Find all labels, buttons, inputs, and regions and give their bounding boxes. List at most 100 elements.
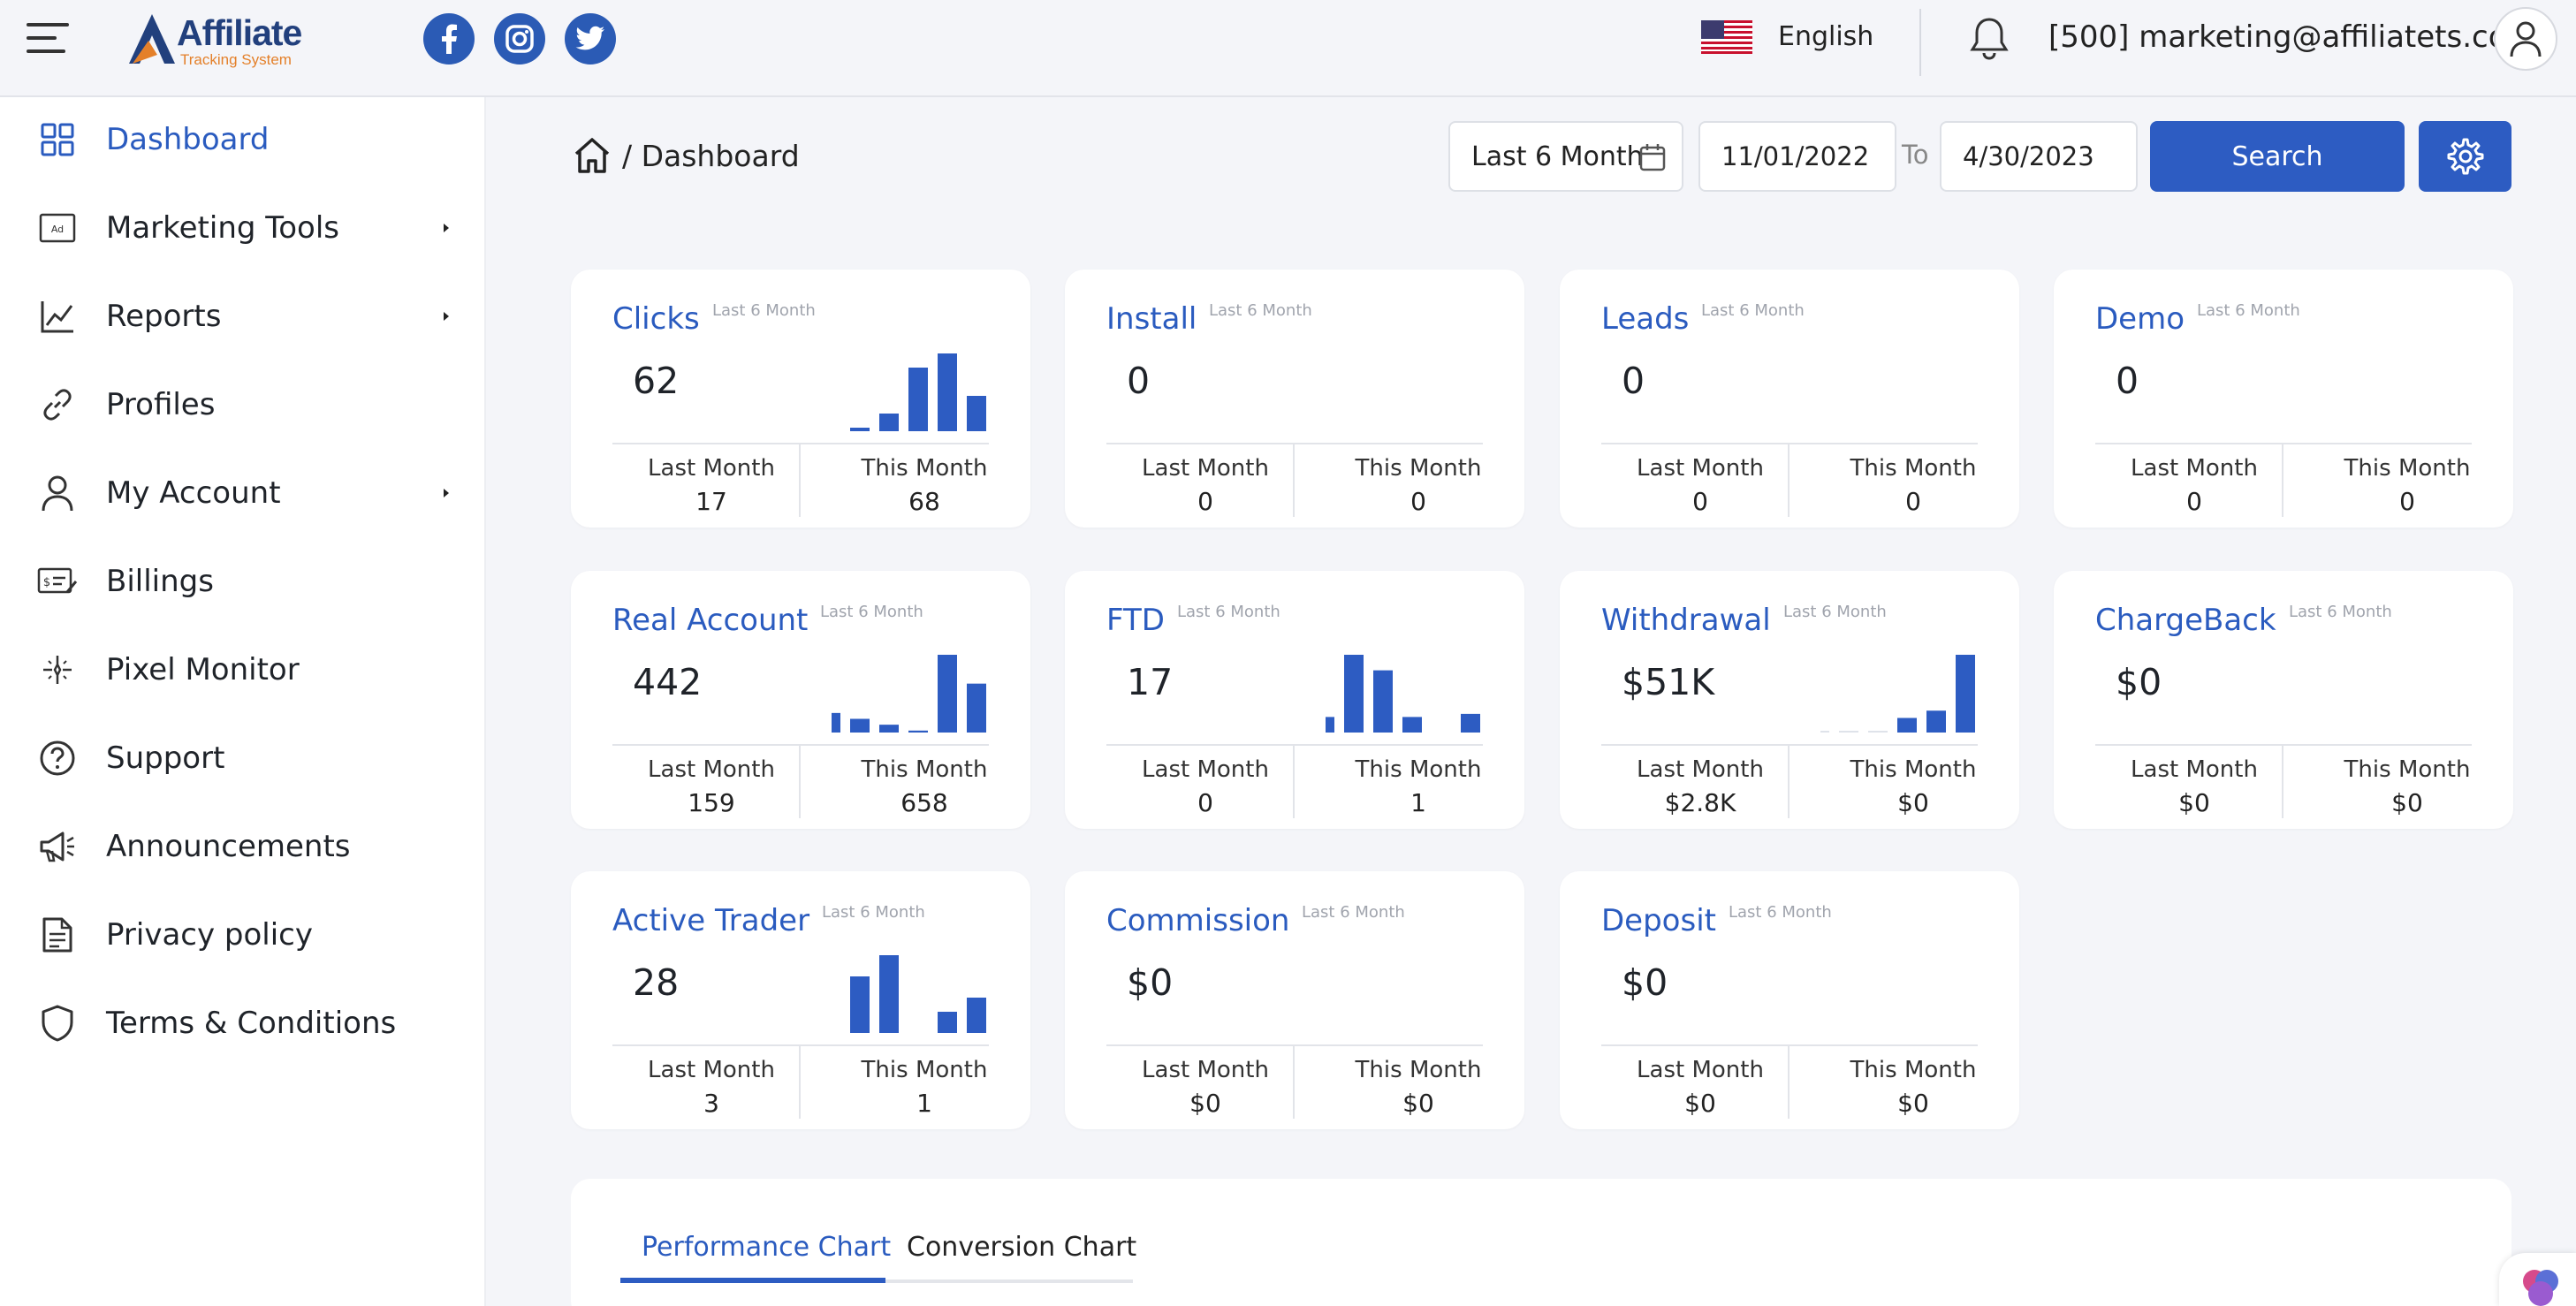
spark-bar [967, 998, 986, 1033]
spark-bar [1461, 713, 1480, 733]
this-month-value: 658 [900, 788, 948, 817]
card-value: 0 [2116, 360, 2139, 402]
spark-bar [1956, 655, 1975, 733]
bell-icon[interactable] [1969, 16, 2010, 62]
spark-bar [1326, 717, 1334, 733]
sparkline-chart [1820, 946, 1975, 1035]
sparkline-chart [1326, 655, 1480, 733]
tab-conversion-chart[interactable]: Conversion Chart [907, 1232, 1136, 1287]
card-period: Last 6 Month [1783, 603, 1887, 621]
chart-panel: Performance Chart Conversion Chart [571, 1179, 2511, 1306]
sparkline-chart [1326, 946, 1480, 1035]
sidebar-item-label: Terms & Conditions [106, 1006, 397, 1041]
sidebar-item-marketing-tools[interactable]: Ad Marketing Tools [0, 193, 486, 263]
stat-card-ftd[interactable]: FTD Last 6 Month 17 Last Month 0 This Month 1 [1065, 571, 1524, 829]
this-month-value: $0 [1402, 1089, 1434, 1118]
spark-bar [1373, 670, 1393, 733]
this-month-label: This Month [861, 756, 988, 783]
settings-button[interactable] [2419, 121, 2511, 192]
stat-card-withdrawal[interactable]: Withdrawal Last 6 Month $51K Last Month $2.8… [1560, 571, 2019, 829]
sidebar-item-billings[interactable]: $ Billings [0, 546, 486, 617]
card-period: Last 6 Month [1209, 301, 1312, 320]
user-icon [35, 471, 80, 515]
sidebar-item-announcements[interactable]: Announcements [0, 811, 486, 882]
sidebar-item-pixel-monitor[interactable]: Pixel Monitor [0, 634, 486, 705]
end-date-input[interactable] [1940, 121, 2138, 192]
this-month-value: $0 [1897, 1089, 1929, 1118]
sidebar-item-label: My Account [106, 475, 281, 511]
card-divider [2095, 744, 2472, 746]
spark-bar [1926, 710, 1946, 733]
spark-bar [1839, 731, 1858, 733]
sparkline-chart [850, 353, 986, 431]
grid-icon [35, 118, 80, 162]
instagram-icon[interactable] [494, 13, 545, 65]
facebook-icon[interactable] [423, 13, 475, 65]
us-flag-icon[interactable] [1701, 20, 1752, 54]
sidebar-item-terms-conditions[interactable]: Terms & Conditions [0, 988, 486, 1059]
svg-text:Ad: Ad [51, 224, 64, 235]
sidebar-item-label: Pixel Monitor [106, 652, 300, 687]
stat-card-real-account[interactable]: Real Account Last 6 Month 442 Last Month 159… [571, 571, 1030, 829]
card-value: 442 [633, 661, 703, 703]
spark-bar [908, 368, 928, 431]
calendar-icon [1639, 144, 1666, 171]
sidebar-item-profiles[interactable]: Profiles [0, 369, 486, 440]
stat-card-active-trader[interactable]: Active Trader Last 6 Month 28 Last Month 3 Th… [571, 871, 1030, 1129]
help-icon [35, 736, 80, 780]
language-selector[interactable]: English [1778, 21, 1873, 52]
sidebar-item-privacy-policy[interactable]: Privacy policy [0, 900, 486, 970]
logo[interactable]: Affiliate Tracking System [122, 11, 302, 68]
stat-card-demo[interactable]: Demo Last 6 Month 0 Last Month 0 This Month 0 [2054, 270, 2513, 528]
this-month-value: 1 [916, 1089, 932, 1118]
card-title: Withdrawal [1601, 603, 1771, 638]
last-month-value: 159 [688, 788, 735, 817]
card-divider [2095, 443, 2472, 444]
last-month-value: 17 [695, 487, 727, 516]
date-range-select[interactable]: Last 6 Month [1448, 121, 1683, 192]
stat-card-leads[interactable]: Leads Last 6 Month 0 Last Month 0 This Month 0 [1560, 270, 2019, 528]
last-month-value: 0 [2186, 487, 2202, 516]
sidebar-item-support[interactable]: Support [0, 723, 486, 793]
link-icon [35, 383, 80, 427]
assistant-widget[interactable] [2499, 1253, 2576, 1306]
stat-card-clicks[interactable]: Clicks Last 6 Month 62 Last Month 17 This Mon… [571, 270, 1030, 528]
card-divider [612, 744, 989, 746]
stat-card-commission[interactable]: Commission Last 6 Month $0 Last Month $0 This… [1065, 871, 1524, 1129]
card-title: Real Account [612, 603, 809, 638]
start-date-input[interactable] [1698, 121, 1896, 192]
avatar[interactable] [2494, 7, 2557, 71]
card-value: $51K [1622, 661, 1715, 703]
stat-card-install[interactable]: Install Last 6 Month 0 Last Month 0 This Mont… [1065, 270, 1524, 528]
home-icon[interactable] [571, 134, 613, 177]
card-title: Active Trader [612, 903, 810, 938]
stat-card-chargeback[interactable]: ChargeBack Last 6 Month $0 Last Month $0 This… [2054, 571, 2513, 829]
stat-card-deposit[interactable]: Deposit Last 6 Month $0 Last Month $0 This Mo… [1560, 871, 2019, 1129]
sidebar-item-reports[interactable]: Reports [0, 281, 486, 352]
card-period: Last 6 Month [820, 603, 923, 621]
spark-bar [1402, 717, 1422, 733]
card-period: Last 6 Month [1302, 903, 1405, 922]
last-month-label: Last Month [648, 1057, 775, 1083]
spark-bar [967, 683, 986, 733]
spark-bar [850, 428, 870, 431]
card-period: Last 6 Month [1729, 903, 1832, 922]
last-month-label: Last Month [1142, 756, 1269, 783]
account-label[interactable]: [500] marketing@affiliatets.com [2048, 19, 2536, 55]
twitter-icon[interactable] [565, 13, 616, 65]
card-divider [612, 1044, 989, 1046]
line-chart-icon [35, 294, 80, 338]
search-button[interactable]: Search [2150, 121, 2405, 192]
last-month-value: 0 [1197, 788, 1213, 817]
this-month-label: This Month [2344, 455, 2471, 482]
sparkline-chart [832, 655, 986, 733]
sidebar-item-dashboard[interactable]: Dashboard [0, 104, 486, 175]
menu-toggle-icon[interactable] [27, 23, 69, 58]
sparkle-icon [35, 648, 80, 692]
card-divider [1106, 443, 1483, 444]
sidebar-item-my-account[interactable]: My Account [0, 458, 486, 528]
this-month-label: This Month [2344, 756, 2471, 783]
this-month-value: 0 [1905, 487, 1921, 516]
card-title: Clicks [612, 301, 700, 337]
card-title: Install [1106, 301, 1197, 337]
